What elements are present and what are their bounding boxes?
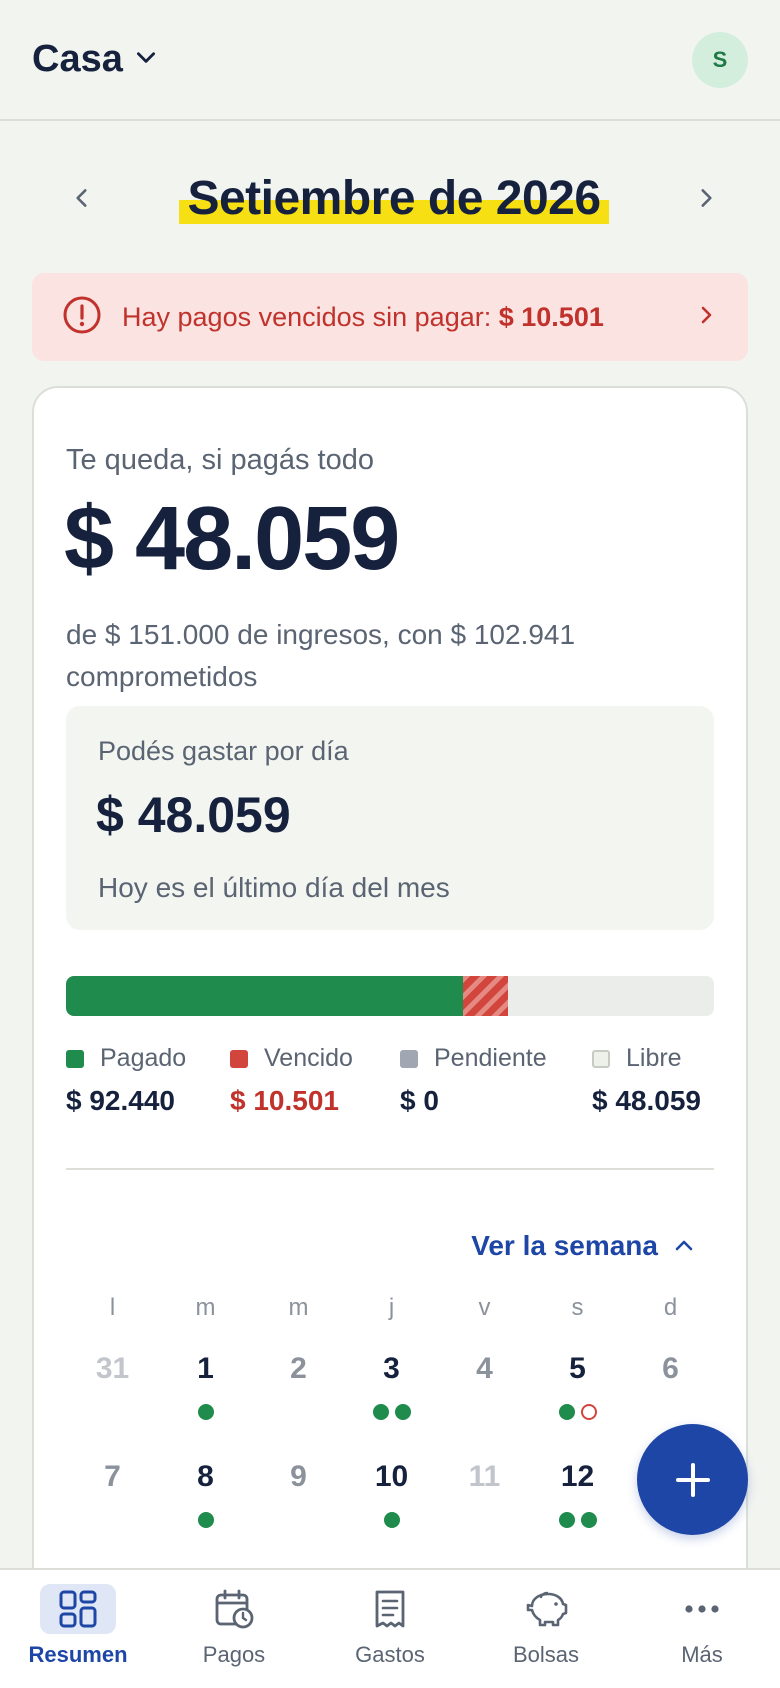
chevron-left-icon [76, 189, 87, 207]
pending-swatch [400, 1049, 418, 1068]
overdue-swatch [230, 1049, 248, 1068]
next-month-button[interactable] [684, 176, 728, 220]
remaining-amount: $ 48.059 [64, 489, 400, 589]
legend-pending: Pendiente $ 0 [400, 1044, 547, 1116]
budget-progress-bar [66, 976, 714, 1016]
more-icon [664, 1584, 740, 1634]
legend-paid: Pagado $ 92.440 [66, 1044, 187, 1116]
month-calendar: l m m j v s d 31 1 2 3 4 5 6 7 8 9 10 11… [66, 1294, 718, 1550]
tab-resumen[interactable]: Resumen [0, 1570, 156, 1688]
view-week-toggle[interactable]: Ver la semana [471, 1230, 696, 1262]
weekday-label: d [663, 1294, 678, 1321]
paid-segment [66, 976, 463, 1016]
tab-gastos[interactable]: Gastos [312, 1570, 468, 1688]
chevron-up-icon [675, 1240, 693, 1251]
alert-amount: $ 10.501 [498, 301, 604, 332]
alert-text: Hay pagos vencidos sin pagar: $ 10.501 [122, 301, 604, 332]
calendar-day[interactable]: 4 [438, 1334, 531, 1442]
pending-value: $ 0 [400, 1085, 439, 1116]
calendar-day[interactable]: 2 [252, 1334, 345, 1442]
paid-dot [383, 1512, 400, 1528]
receipt-icon [352, 1584, 428, 1634]
chevron-down-icon [133, 44, 159, 75]
calendar-day[interactable]: 31 [66, 1334, 159, 1442]
paid-dot [580, 1512, 597, 1528]
tab-bolsas[interactable]: Bolsas [468, 1570, 624, 1688]
paid-dot [372, 1404, 389, 1420]
weekday-label: j [388, 1294, 395, 1321]
legend-overdue: Vencido $ 10.501 [230, 1044, 353, 1116]
piggy-bank-icon [508, 1584, 584, 1634]
top-bar: Casa S [0, 0, 780, 121]
divider [66, 1168, 714, 1170]
calendar-week: 7 8 9 10 11 12 [66, 1442, 718, 1550]
plus-icon [675, 1462, 710, 1497]
paid-dot [197, 1404, 214, 1420]
remaining-label: Te queda, si pagás todo [66, 444, 374, 476]
calendar-day[interactable]: 9 [252, 1442, 345, 1550]
grid-icon [40, 1584, 116, 1634]
weekday-label: m [288, 1294, 309, 1321]
overdue-value: $ 10.501 [230, 1085, 339, 1116]
avatar[interactable]: S [692, 31, 748, 88]
free-swatch [592, 1049, 610, 1068]
weekday-label: s [571, 1294, 584, 1321]
calendar-day[interactable]: 3 [345, 1334, 438, 1442]
daily-note: Hoy es el último día del mes [98, 872, 450, 903]
tab-pagos[interactable]: Pagos [156, 1570, 312, 1688]
home-title: Casa [32, 38, 123, 80]
paid-dot [558, 1512, 575, 1528]
calendar-day[interactable]: 12 [531, 1442, 624, 1550]
weekday-label: m [195, 1294, 216, 1321]
chevron-right-icon [701, 189, 712, 207]
paid-dot [197, 1512, 214, 1528]
weekday-label: l [109, 1294, 116, 1321]
budget-legend: Pagado $ 92.440 Vencido $ 10.501 Pendien… [66, 1044, 714, 1124]
overdue-alert[interactable]: Hay pagos vencidos sin pagar: $ 10.501 [32, 273, 748, 361]
tab-mas[interactable]: Más [624, 1570, 780, 1688]
calendar-day[interactable]: 1 [159, 1334, 252, 1442]
calendar-day[interactable]: 7 [66, 1442, 159, 1550]
daily-budget-box: Podés gastar por día $ 48.059 Hoy es el … [66, 706, 714, 930]
legend-free: Libre $ 48.059 [592, 1044, 701, 1116]
daily-label: Podés gastar por día [98, 736, 349, 766]
add-button[interactable] [637, 1424, 748, 1535]
paid-value: $ 92.440 [66, 1085, 175, 1116]
weekday-label: v [478, 1294, 491, 1321]
home-switcher[interactable]: Casa [32, 38, 159, 81]
chevron-right-icon [694, 303, 718, 332]
calendar-day[interactable]: 10 [345, 1442, 438, 1550]
month-title: Setiembre de 2026 [179, 171, 609, 226]
calendar-day[interactable]: 8 [159, 1442, 252, 1550]
alert-icon [62, 295, 102, 340]
previous-month-button[interactable] [60, 176, 104, 220]
calendar-day[interactable]: 5 [531, 1334, 624, 1442]
weekday-header: l m m j v s d [66, 1294, 718, 1334]
daily-amount: $ 48.059 [96, 787, 291, 843]
bottom-tab-bar: Resumen Pagos Gastos Bolsas Más [0, 1568, 780, 1688]
overdue-segment [462, 976, 508, 1016]
month-navigation: Setiembre de 2026 [0, 152, 780, 244]
calendar-day[interactable]: 11 [438, 1442, 531, 1550]
paid-swatch [66, 1049, 84, 1068]
income-summary: de $ 151.000 de ingresos, con $ 102.941 … [66, 619, 576, 692]
free-value: $ 48.059 [592, 1085, 701, 1116]
calendar-week: 31 1 2 3 4 5 6 [66, 1334, 718, 1442]
paid-dot [394, 1404, 411, 1420]
calendar-clock-icon [196, 1584, 272, 1634]
paid-dot [558, 1404, 575, 1420]
overdue-dot [580, 1404, 597, 1420]
